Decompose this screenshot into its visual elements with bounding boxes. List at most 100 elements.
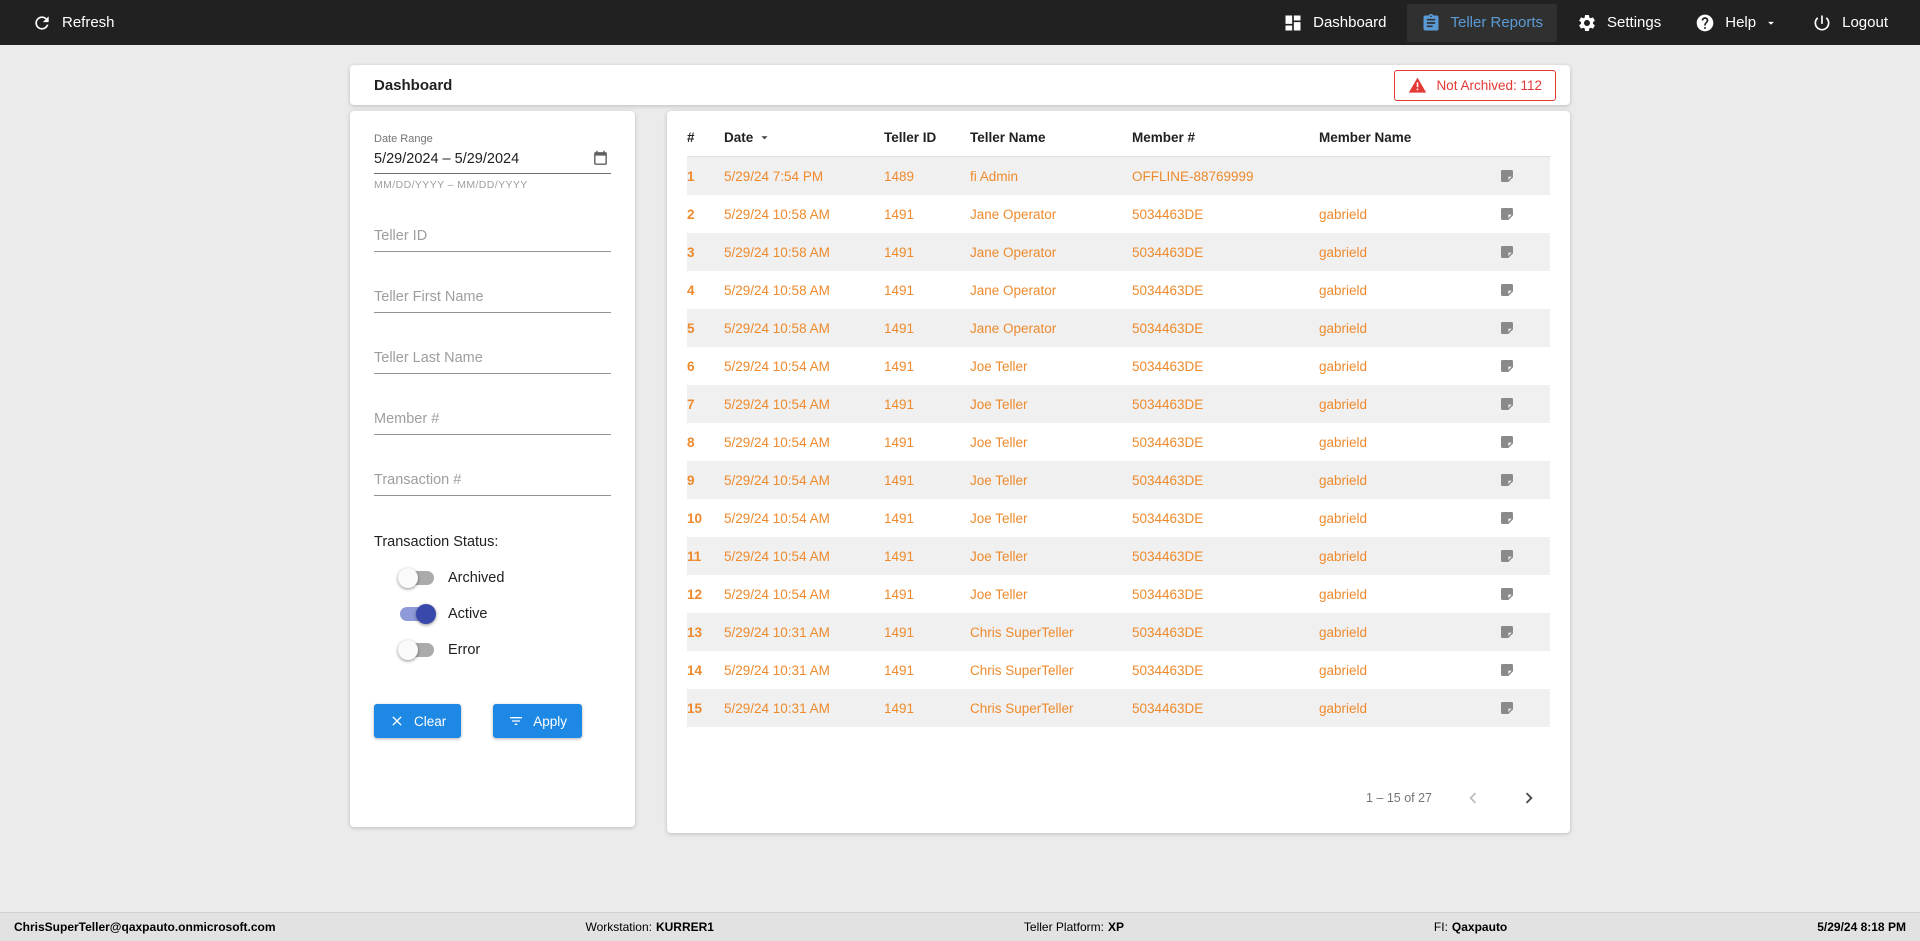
toggle-error[interactable]: Error bbox=[398, 640, 611, 660]
table-row[interactable]: 4 5/29/24 10:58 AM 1491 Jane Operator 50… bbox=[687, 271, 1550, 309]
apply-button[interactable]: Apply bbox=[493, 704, 583, 738]
table-row[interactable]: 7 5/29/24 10:54 AM 1491 Joe Teller 50344… bbox=[687, 385, 1550, 423]
note-icon[interactable] bbox=[1499, 662, 1550, 678]
nav-help-label: Help bbox=[1725, 14, 1757, 31]
note-icon[interactable] bbox=[1499, 206, 1550, 222]
row-number: 10 bbox=[687, 510, 703, 526]
next-page-button[interactable] bbox=[1514, 783, 1544, 813]
note-icon[interactable] bbox=[1499, 320, 1550, 336]
row-date: 5/29/24 10:31 AM bbox=[724, 700, 830, 716]
table-row[interactable]: 1 5/29/24 7:54 PM 1489 fi Admin OFFLINE-… bbox=[687, 157, 1550, 195]
note-icon[interactable] bbox=[1499, 548, 1550, 564]
teller-first-name-input[interactable] bbox=[374, 281, 611, 313]
table-row[interactable]: 13 5/29/24 10:31 AM 1491 Chris SuperTell… bbox=[687, 613, 1550, 651]
row-member-name: gabrield bbox=[1319, 548, 1368, 564]
row-teller-name: Joe Teller bbox=[970, 586, 1028, 602]
active-toggle-switch[interactable] bbox=[400, 604, 436, 624]
row-number: 3 bbox=[687, 244, 695, 260]
row-teller-name: Chris SuperTeller bbox=[970, 624, 1074, 640]
note-icon[interactable] bbox=[1499, 358, 1550, 374]
row-member-number: 5034463DE bbox=[1132, 586, 1204, 602]
table-row[interactable]: 14 5/29/24 10:31 AM 1491 Chris SuperTell… bbox=[687, 651, 1550, 689]
nav-dashboard-label: Dashboard bbox=[1313, 14, 1387, 31]
table-row[interactable]: 15 5/29/24 10:31 AM 1491 Chris SuperTell… bbox=[687, 689, 1550, 727]
col-date[interactable]: Date bbox=[724, 130, 884, 145]
row-date: 5/29/24 10:54 AM bbox=[724, 434, 830, 450]
row-teller-name: Jane Operator bbox=[970, 320, 1057, 336]
teller-last-name-input[interactable] bbox=[374, 342, 611, 374]
note-icon[interactable] bbox=[1499, 396, 1550, 412]
note-icon[interactable] bbox=[1499, 168, 1550, 184]
row-number: 7 bbox=[687, 396, 695, 412]
row-teller-id: 1491 bbox=[884, 206, 915, 222]
note-icon[interactable] bbox=[1499, 244, 1550, 260]
table-row[interactable]: 8 5/29/24 10:54 AM 1491 Joe Teller 50344… bbox=[687, 423, 1550, 461]
row-member-number: 5034463DE bbox=[1132, 700, 1204, 716]
row-number: 2 bbox=[687, 206, 695, 222]
nav-teller-reports-label: Teller Reports bbox=[1450, 14, 1544, 31]
transaction-number-input[interactable] bbox=[374, 464, 611, 496]
not-archived-badge[interactable]: Not Archived: 112 bbox=[1394, 69, 1556, 101]
note-icon[interactable] bbox=[1499, 282, 1550, 298]
member-number-input[interactable] bbox=[374, 403, 611, 435]
previous-page-button[interactable] bbox=[1458, 783, 1488, 813]
refresh-button[interactable]: Refresh bbox=[18, 4, 129, 42]
table-row[interactable]: 3 5/29/24 10:58 AM 1491 Jane Operator 50… bbox=[687, 233, 1550, 271]
table-row[interactable]: 12 5/29/24 10:54 AM 1491 Joe Teller 5034… bbox=[687, 575, 1550, 613]
row-number: 4 bbox=[687, 282, 695, 298]
note-icon[interactable] bbox=[1499, 510, 1550, 526]
row-number: 5 bbox=[687, 320, 695, 336]
table-row[interactable]: 11 5/29/24 10:54 AM 1491 Joe Teller 5034… bbox=[687, 537, 1550, 575]
table-row[interactable]: 5 5/29/24 10:58 AM 1491 Jane Operator 50… bbox=[687, 309, 1550, 347]
nav-logout[interactable]: Logout bbox=[1798, 4, 1902, 42]
table-row[interactable]: 10 5/29/24 10:54 AM 1491 Joe Teller 5034… bbox=[687, 499, 1550, 537]
row-member-name: gabrield bbox=[1319, 396, 1368, 412]
row-date: 5/29/24 10:54 AM bbox=[724, 358, 830, 374]
table-row[interactable]: 2 5/29/24 10:58 AM 1491 Jane Operator 50… bbox=[687, 195, 1550, 233]
row-teller-id: 1491 bbox=[884, 434, 915, 450]
row-member-name: gabrield bbox=[1319, 358, 1368, 374]
nav-help[interactable]: Help bbox=[1681, 4, 1792, 42]
table-row[interactable]: 9 5/29/24 10:54 AM 1491 Joe Teller 50344… bbox=[687, 461, 1550, 499]
error-toggle-label: Error bbox=[448, 642, 481, 658]
note-icon[interactable] bbox=[1499, 586, 1550, 602]
archived-toggle-switch[interactable] bbox=[398, 568, 434, 588]
row-teller-name: Jane Operator bbox=[970, 282, 1057, 298]
row-date: 5/29/24 10:31 AM bbox=[724, 624, 830, 640]
row-member-name: gabrield bbox=[1319, 624, 1368, 640]
col-teller-id: Teller ID bbox=[884, 130, 937, 145]
nav-settings-label: Settings bbox=[1607, 14, 1662, 31]
filter-icon bbox=[510, 717, 523, 725]
toggle-archived[interactable]: Archived bbox=[398, 568, 611, 588]
teller-id-input[interactable] bbox=[374, 220, 611, 252]
nav-settings[interactable]: Settings bbox=[1563, 4, 1675, 42]
chevron-right-icon bbox=[1525, 792, 1533, 804]
row-member-number: 5034463DE bbox=[1132, 472, 1204, 488]
close-icon bbox=[392, 716, 402, 726]
toggle-active[interactable]: Active bbox=[400, 604, 611, 624]
clear-button[interactable]: Clear bbox=[374, 704, 462, 738]
date-range-value: 5/29/2024 – 5/29/2024 bbox=[374, 150, 520, 167]
row-number: 11 bbox=[687, 548, 702, 564]
row-teller-id: 1491 bbox=[884, 624, 915, 640]
row-date: 5/29/24 10:58 AM bbox=[724, 206, 830, 222]
note-icon[interactable] bbox=[1499, 434, 1550, 450]
row-member-number: 5034463DE bbox=[1132, 320, 1204, 336]
note-icon[interactable] bbox=[1499, 700, 1550, 716]
col-date-label: Date bbox=[724, 130, 754, 145]
table-body: 1 5/29/24 7:54 PM 1489 fi Admin OFFLINE-… bbox=[687, 157, 1550, 727]
row-teller-id: 1491 bbox=[884, 282, 915, 298]
workstation-status: Workstation: KURRER1 bbox=[585, 920, 714, 934]
sort-desc-icon[interactable] bbox=[757, 130, 772, 145]
nav-dashboard[interactable]: Dashboard bbox=[1269, 4, 1400, 42]
refresh-icon bbox=[35, 15, 49, 30]
note-icon[interactable] bbox=[1499, 624, 1550, 640]
date-range-input[interactable]: 5/29/2024 – 5/29/2024 bbox=[374, 145, 611, 174]
status-datetime: 5/29/24 8:18 PM bbox=[1817, 920, 1906, 934]
table-row[interactable]: 6 5/29/24 10:54 AM 1491 Joe Teller 50344… bbox=[687, 347, 1550, 385]
calendar-icon[interactable] bbox=[592, 150, 609, 167]
note-icon[interactable] bbox=[1499, 472, 1550, 488]
row-member-number: 5034463DE bbox=[1132, 624, 1204, 640]
nav-teller-reports[interactable]: Teller Reports bbox=[1406, 3, 1558, 42]
error-toggle-switch[interactable] bbox=[398, 640, 434, 660]
